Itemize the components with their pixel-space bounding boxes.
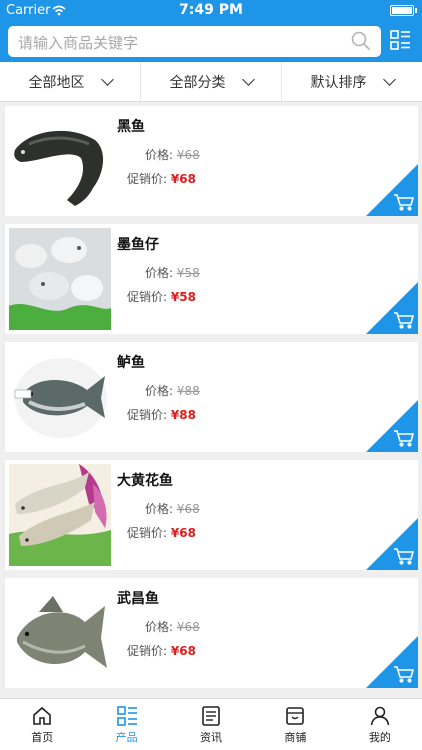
add-to-cart-button[interactable]: [366, 400, 418, 452]
original-price-row: 价格: ¥68: [145, 146, 200, 163]
promo-label: 促销价:: [127, 408, 168, 422]
search-placeholder: 请输入商品关键字: [18, 34, 139, 52]
promo-price-row: 促销价: ¥58: [127, 288, 196, 305]
add-to-cart-button[interactable]: [366, 636, 418, 688]
promo-label: 促销价:: [127, 290, 168, 304]
search-input[interactable]: 请输入商品关键字: [8, 26, 381, 57]
product-image-yellow-croaker: [9, 464, 111, 566]
tab-products-label: 产品: [115, 731, 138, 744]
product-name: 黑鱼: [117, 119, 145, 135]
original-price-row: 价格: ¥68: [145, 500, 200, 517]
product-name: 鲈鱼: [117, 355, 145, 371]
add-to-cart-button[interactable]: [366, 282, 418, 334]
filter-sort-label: 默认排序: [310, 74, 367, 91]
promo-price: ¥58: [170, 290, 196, 304]
product-image-wuchang-bream: [9, 582, 111, 684]
filter-region[interactable]: 全部地区: [0, 62, 141, 101]
search-icon[interactable]: [351, 31, 371, 51]
filter-category[interactable]: 全部分类: [141, 62, 282, 101]
promo-price: ¥68: [170, 526, 196, 540]
product-name: 大黄花鱼: [117, 473, 173, 489]
clock: 7:49 PM: [179, 2, 243, 18]
original-price: ¥68: [176, 620, 200, 634]
product-card[interactable]: 武昌鱼 价格: ¥68 促销价: ¥68: [5, 578, 418, 688]
price-label: 价格:: [145, 620, 174, 634]
tab-products[interactable]: 产品: [84, 699, 168, 750]
battery-tip: [415, 8, 417, 13]
product-image-baby-squid: [9, 228, 111, 330]
product-image-snakehead: [9, 110, 111, 212]
chevron-down-icon: [382, 72, 396, 86]
app-header: Carrier 7:49 PM 请输入商品关键字: [0, 0, 422, 62]
promo-price-row: 促销价: ¥68: [127, 170, 196, 187]
chevron-down-icon: [241, 72, 255, 86]
chevron-down-icon: [100, 72, 114, 86]
original-price-row: 价格: ¥88: [145, 382, 200, 399]
tab-store-label: 商铺: [284, 731, 307, 744]
product-card[interactable]: 大黄花鱼 价格: ¥68 促销价: ¥68: [5, 460, 418, 570]
price-label: 价格:: [145, 384, 174, 398]
add-to-cart-button[interactable]: [366, 518, 418, 570]
promo-price: ¥68: [170, 644, 196, 658]
original-price: ¥68: [176, 502, 200, 516]
promo-price: ¥68: [170, 172, 196, 186]
promo-label: 促销价:: [127, 172, 168, 186]
product-image-sea-bass: [9, 346, 111, 448]
filter-bar: 全部地区 全部分类 默认排序: [0, 62, 422, 102]
store-icon: [286, 707, 305, 725]
user-icon: [370, 706, 390, 726]
products-icon: [116, 706, 137, 726]
product-card[interactable]: 墨鱼仔 价格: ¥58 促销价: ¥58: [5, 224, 418, 334]
original-price: ¥58: [176, 266, 200, 280]
filter-sort[interactable]: 默认排序: [282, 62, 422, 101]
filter-category-label: 全部分类: [169, 74, 226, 91]
add-to-cart-button[interactable]: [366, 164, 418, 216]
price-label: 价格:: [145, 148, 174, 162]
tab-home[interactable]: 首页: [0, 699, 84, 750]
category-menu-icon[interactable]: [390, 30, 411, 51]
price-label: 价格:: [145, 502, 174, 516]
price-label: 价格:: [145, 266, 174, 280]
tab-news[interactable]: 资讯: [169, 699, 253, 750]
tab-news-label: 资讯: [200, 731, 223, 744]
original-price: ¥88: [176, 384, 200, 398]
original-price-row: 价格: ¥58: [145, 264, 200, 281]
promo-label: 促销价:: [127, 526, 168, 540]
product-card[interactable]: 黑鱼 价格: ¥68 促销价: ¥68: [5, 106, 418, 216]
status-bar: Carrier 7:49 PM: [0, 0, 422, 22]
promo-label: 促销价:: [127, 644, 168, 658]
original-price: ¥68: [176, 148, 200, 162]
filter-region-label: 全部地区: [28, 74, 85, 91]
product-name: 武昌鱼: [117, 591, 159, 607]
original-price-row: 价格: ¥68: [145, 618, 200, 635]
product-name: 墨鱼仔: [117, 237, 159, 253]
product-card[interactable]: 鲈鱼 价格: ¥88 促销价: ¥88: [5, 342, 418, 452]
promo-price-row: 促销价: ¥88: [127, 406, 196, 423]
battery-icon: [390, 5, 414, 16]
promo-price-row: 促销价: ¥68: [127, 524, 196, 541]
tab-store[interactable]: 商铺: [253, 699, 337, 750]
bottom-tab-bar: 首页 产品 资讯 商铺 我的: [0, 698, 422, 750]
tab-home-label: 首页: [31, 731, 54, 744]
tab-me-label: 我的: [368, 731, 391, 744]
promo-price-row: 促销价: ¥68: [127, 642, 196, 659]
tab-me[interactable]: 我的: [338, 699, 422, 750]
promo-price: ¥88: [170, 408, 196, 422]
home-icon: [33, 706, 52, 725]
news-icon: [202, 706, 220, 726]
